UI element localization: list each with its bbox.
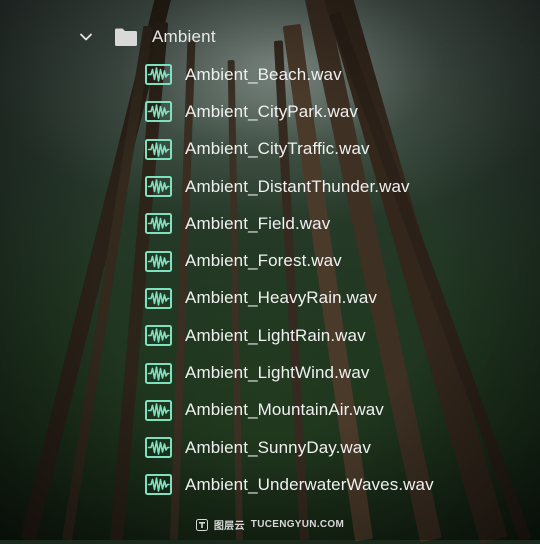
wav-file-icon <box>145 101 172 123</box>
file-name: Ambient_LightRain.wav <box>185 325 366 345</box>
file-item[interactable]: Ambient_HeavyRain.wav <box>145 280 434 317</box>
wav-file-icon <box>145 138 172 160</box>
file-name: Ambient_CityPark.wav <box>185 101 359 121</box>
file-item[interactable]: Ambient_MountainAir.wav <box>145 392 434 429</box>
wav-file-icon <box>145 362 172 384</box>
wav-file-icon <box>145 64 172 86</box>
file-item[interactable]: Ambient_DistantThunder.wav <box>145 168 434 205</box>
wav-file-icon <box>145 287 172 309</box>
file-name: Ambient_UnderwaterWaves.wav <box>185 474 434 494</box>
file-item[interactable]: Ambient_LightRain.wav <box>145 317 434 354</box>
file-name: Ambient_Field.wav <box>185 213 331 233</box>
file-item[interactable]: Ambient_SunnyDay.wav <box>145 429 434 466</box>
file-item[interactable]: Ambient_Field.wav <box>145 205 434 242</box>
wav-file-icon <box>145 325 172 347</box>
file-tree-panel: Ambient Ambient_Beach.wav Ambient_CityPar… <box>0 0 540 510</box>
file-name: Ambient_HeavyRain.wav <box>185 288 378 308</box>
file-name: Ambient_CityTraffic.wav <box>185 139 370 159</box>
wav-file-icon <box>145 176 172 198</box>
file-name: Ambient_Forest.wav <box>185 251 342 271</box>
watermark: 图层云 TUCENGYUN.COM <box>0 517 540 532</box>
file-item[interactable]: Ambient_CityTraffic.wav <box>145 131 434 168</box>
wav-file-icon <box>145 399 172 421</box>
wav-file-icon <box>145 474 172 496</box>
file-name: Ambient_DistantThunder.wav <box>185 176 410 196</box>
file-item[interactable]: Ambient_CityPark.wav <box>145 93 434 130</box>
file-name: Ambient_LightWind.wav <box>185 363 370 383</box>
file-item[interactable]: Ambient_UnderwaterWaves.wav <box>145 466 434 503</box>
chevron-down-icon[interactable] <box>78 29 94 45</box>
wav-file-icon <box>145 437 172 459</box>
file-list: Ambient_Beach.wav Ambient_CityPark.wav Amb… <box>145 56 434 504</box>
watermark-en: TUCENGYUN.COM <box>250 519 345 530</box>
folder-row-ambient[interactable]: Ambient <box>78 22 216 52</box>
file-item[interactable]: Ambient_Forest.wav <box>145 242 434 279</box>
wav-file-icon <box>145 250 172 272</box>
file-item[interactable]: Ambient_Beach.wav <box>145 56 434 93</box>
file-name: Ambient_MountainAir.wav <box>185 400 384 420</box>
wav-file-icon <box>145 213 172 235</box>
watermark-cn: 图层云 <box>213 521 245 532</box>
folder-icon <box>114 27 138 47</box>
watermark-logo-icon <box>195 518 208 531</box>
file-name: Ambient_Beach.wav <box>185 64 342 84</box>
file-item[interactable]: Ambient_LightWind.wav <box>145 354 434 391</box>
folder-label: Ambient <box>152 27 216 46</box>
file-name: Ambient_SunnyDay.wav <box>185 437 371 457</box>
